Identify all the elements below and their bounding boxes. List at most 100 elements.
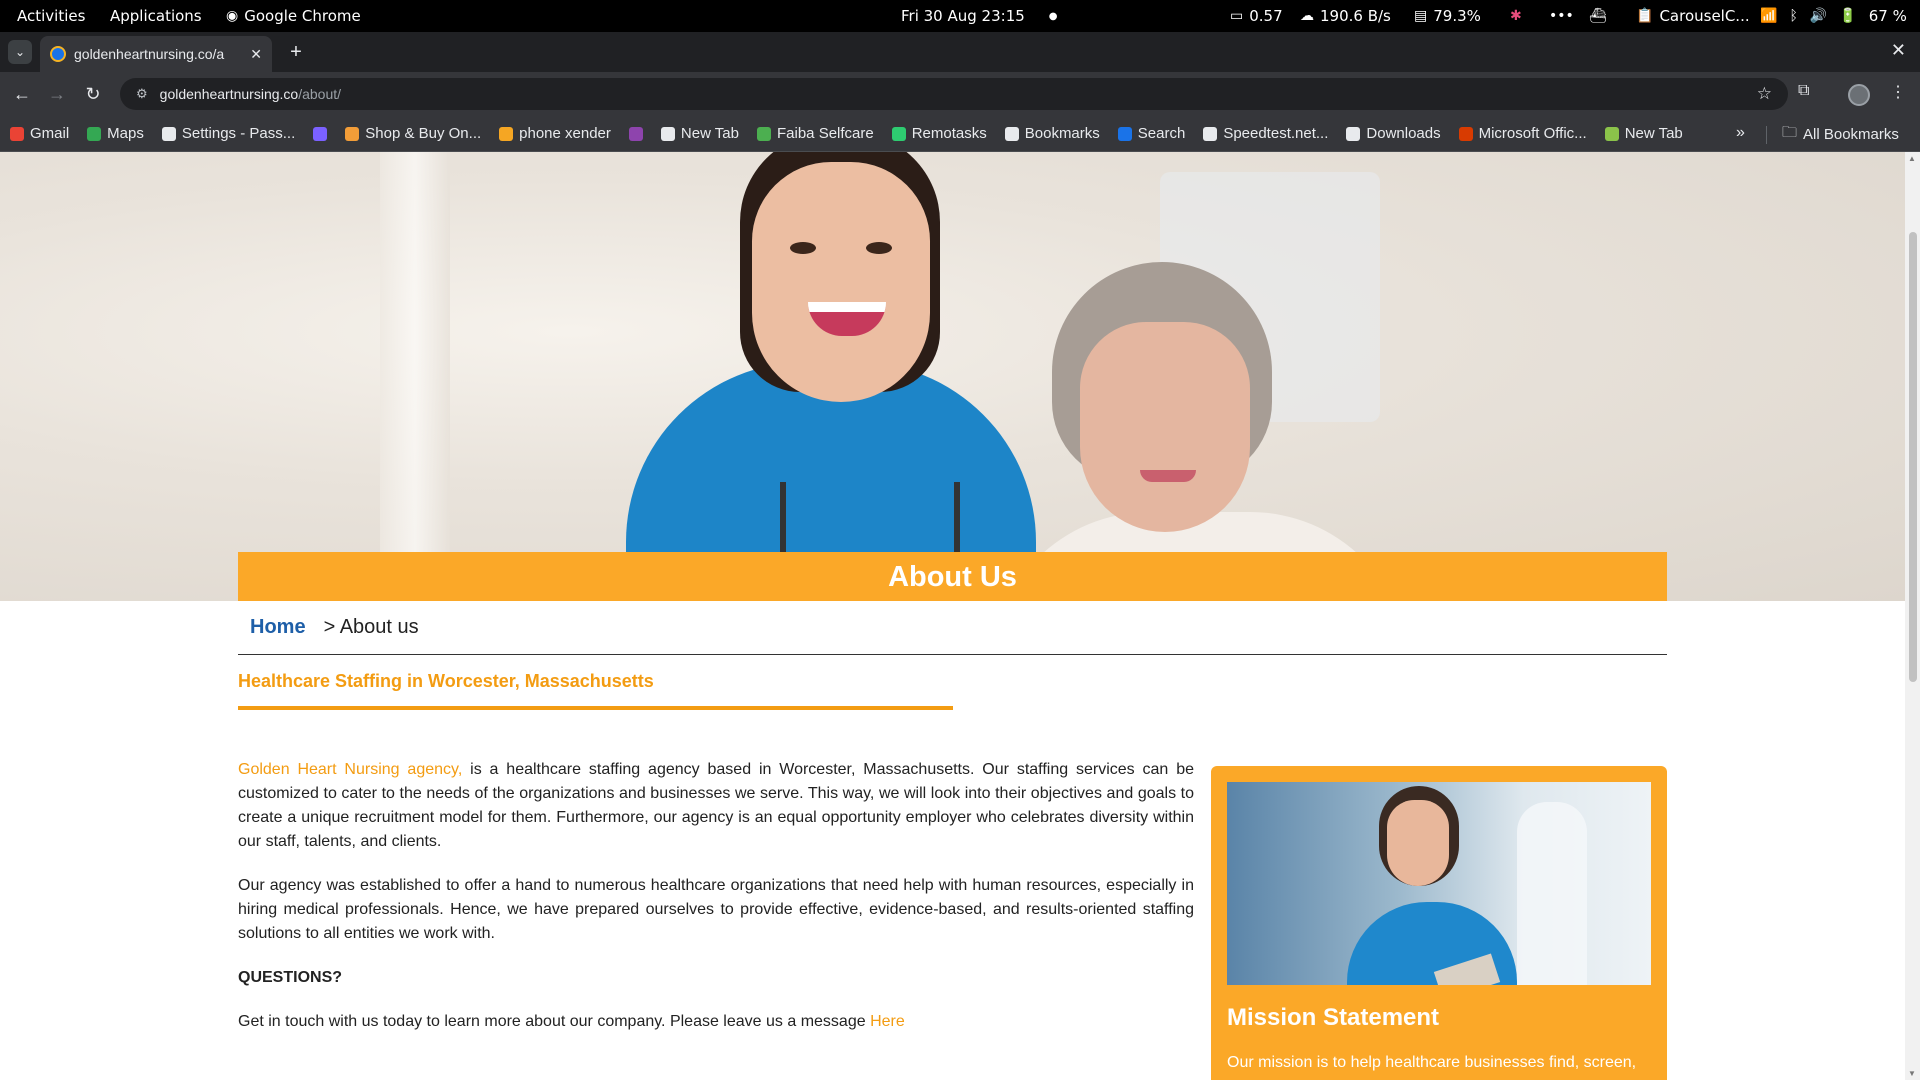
mission-statement-card: Mission Statement Our mission is to help… (1211, 766, 1667, 1080)
address-bar[interactable]: ⚙ goldenheartnursing.co/about/ ☆ (120, 78, 1788, 110)
tray-app-icon[interactable]: ✱ (1510, 0, 1522, 32)
bookmark-label: New Tab (680, 125, 739, 142)
bookmark-favicon-icon (1458, 126, 1473, 141)
browser-toolbar: ← → ↻ ⚙ goldenheartnursing.co/about/ ☆ ⧉… (0, 72, 1920, 116)
site-info-icon[interactable]: ⚙ (136, 86, 148, 102)
bookmark-item[interactable]: New Tab (1604, 125, 1683, 142)
activities-button[interactable]: Activities (17, 0, 85, 32)
notification-dot-icon: ● (1048, 10, 1058, 22)
url-domain: goldenheartnursing.co (159, 86, 299, 102)
reload-icon: ↻ (85, 83, 101, 104)
contact-text: Get in touch with us today to learn more… (238, 1013, 871, 1030)
bookmark-favicon-icon (1346, 126, 1361, 141)
chrome-menu-button[interactable]: ⋮ (1890, 82, 1906, 102)
slack-icon: ✱ (1510, 8, 1522, 24)
all-bookmarks-button[interactable]: 🗀 All Bookmarks (1782, 116, 1899, 152)
section-heading-underline (238, 706, 953, 710)
bookmark-favicon-icon (1203, 126, 1218, 141)
bookmark-item[interactable]: Shop & Buy On... (345, 125, 481, 142)
extensions-button[interactable]: ⧉ (1798, 82, 1809, 100)
agency-name-link[interactable]: Golden Heart Nursing agency, (238, 761, 462, 778)
chrome-icon: ◉ (226, 8, 239, 24)
bookmark-favicon-icon (1117, 126, 1132, 141)
elderly-lips (1140, 470, 1196, 482)
bookmark-item[interactable]: Search (1117, 125, 1185, 142)
load-indicator[interactable]: ▭ 0.57 (1230, 0, 1283, 32)
arrow-right-icon: → (48, 83, 66, 104)
about-content: Golden Heart Nursing agency, is a health… (238, 758, 1194, 1054)
bookmarks-overflow-button[interactable]: » (1736, 124, 1745, 142)
hero-image: About Us (0, 152, 1905, 601)
scrollbar-thumb[interactable] (1909, 232, 1917, 682)
bookmark-star-icon[interactable]: ☆ (1757, 84, 1772, 104)
breadcrumb-current: > About us (323, 616, 419, 638)
battery-icon: 🔋 (1839, 8, 1857, 24)
card-text: Our mission is to help healthcare busine… (1227, 1054, 1637, 1071)
bookmark-label: Bookmarks (1024, 125, 1100, 142)
system-status-area[interactable]: 📶 ᛒ 🔊 🔋 67 % (1760, 0, 1907, 32)
bookmark-favicon-icon (660, 126, 675, 141)
tab-search-button[interactable]: ⌄ (8, 40, 32, 64)
bookmark-favicon-icon (87, 126, 102, 141)
breadcrumb-divider (238, 654, 1667, 655)
wifi-icon: 📶 (1760, 8, 1778, 24)
bookmarks-bar: Gmail Maps Settings - Pass... Shop & Buy On… (0, 116, 1920, 152)
memory-value: 79.3% (1433, 7, 1481, 25)
page-scrollbar[interactable]: ▲ ▼ (1905, 152, 1920, 1080)
active-app-indicator[interactable]: ◉ Google Chrome (226, 0, 361, 32)
active-app-label: Google Chrome (244, 7, 361, 25)
new-tab-button[interactable]: + (284, 40, 308, 64)
all-bookmarks-label: All Bookmarks (1803, 125, 1899, 143)
about-us-banner: About Us (238, 552, 1667, 601)
bookmark-item[interactable]: Bookmarks (1004, 125, 1100, 142)
clipboard-indicator[interactable]: 📋 CarouselC... (1636, 0, 1750, 32)
memory-indicator[interactable]: ▤ 79.3% (1414, 0, 1481, 32)
tray-more[interactable]: ••• (1549, 0, 1574, 32)
bookmark-item[interactable] (313, 126, 328, 141)
nurse-photo (1227, 782, 1651, 985)
bookmark-item[interactable]: Downloads (1346, 125, 1441, 142)
bookmark-label: phone xender (519, 125, 611, 142)
bookmark-item[interactable]: Gmail (10, 125, 69, 142)
folder-icon: 🗀 (1782, 123, 1798, 141)
tray-docker[interactable]: ⛴ (1589, 0, 1607, 32)
memory-icon: ▤ (1414, 8, 1428, 24)
bookmark-item[interactable]: Settings - Pass... (161, 125, 295, 142)
more-dots-icon: ••• (1549, 8, 1574, 24)
bookmark-favicon-icon (10, 126, 24, 141)
network-speed-indicator[interactable]: ☁ 190.6 B/s (1300, 0, 1391, 32)
forward-button[interactable]: → (45, 82, 69, 106)
window-close-button[interactable]: ✕ (1891, 40, 1906, 61)
reload-button[interactable]: ↻ (81, 82, 105, 106)
activities-label: Activities (17, 7, 86, 25)
close-tab-icon[interactable]: ✕ (250, 46, 262, 63)
chevron-down-icon: ⌄ (14, 45, 26, 59)
bookmark-item[interactable]: Remotasks (891, 125, 987, 142)
hero-bg-blur (380, 152, 450, 601)
bookmark-item[interactable]: Maps (87, 125, 144, 142)
applications-menu[interactable]: Applications (110, 0, 202, 32)
bookmark-item[interactable] (628, 126, 643, 141)
back-button[interactable]: ← (10, 82, 34, 106)
site-favicon-icon (50, 46, 66, 62)
load-value: 0.57 (1249, 7, 1283, 25)
monitor-icon: ▭ (1230, 8, 1244, 24)
bookmark-item[interactable]: Microsoft Offic... (1458, 125, 1587, 142)
bookmark-item[interactable]: Speedtest.net... (1203, 125, 1328, 142)
double-chevron-right-icon: » (1736, 124, 1745, 141)
profile-avatar[interactable] (1848, 84, 1870, 106)
bookmark-item[interactable]: New Tab (660, 125, 739, 142)
clock[interactable]: Fri 30 Aug 23:15 ● (901, 0, 1058, 32)
bookmarks-divider (1766, 126, 1767, 144)
tab-title: goldenheartnursing.co/a (74, 46, 225, 62)
contact-here-link[interactable]: Here (870, 1013, 905, 1030)
bookmark-item[interactable]: phone xender (499, 125, 611, 142)
bookmark-label: Gmail (30, 125, 70, 142)
active-tab[interactable]: goldenheartnursing.co/a ✕ (40, 36, 272, 72)
scroll-down-icon[interactable]: ▼ (1908, 1069, 1916, 1078)
intro-paragraph: Golden Heart Nursing agency, is a health… (238, 758, 1194, 854)
photo-nurse-face (1387, 800, 1449, 886)
breadcrumb-home-link[interactable]: Home (250, 616, 306, 639)
bookmark-item[interactable]: Faiba Selfcare (757, 125, 874, 142)
scroll-up-icon[interactable]: ▲ (1908, 154, 1916, 163)
